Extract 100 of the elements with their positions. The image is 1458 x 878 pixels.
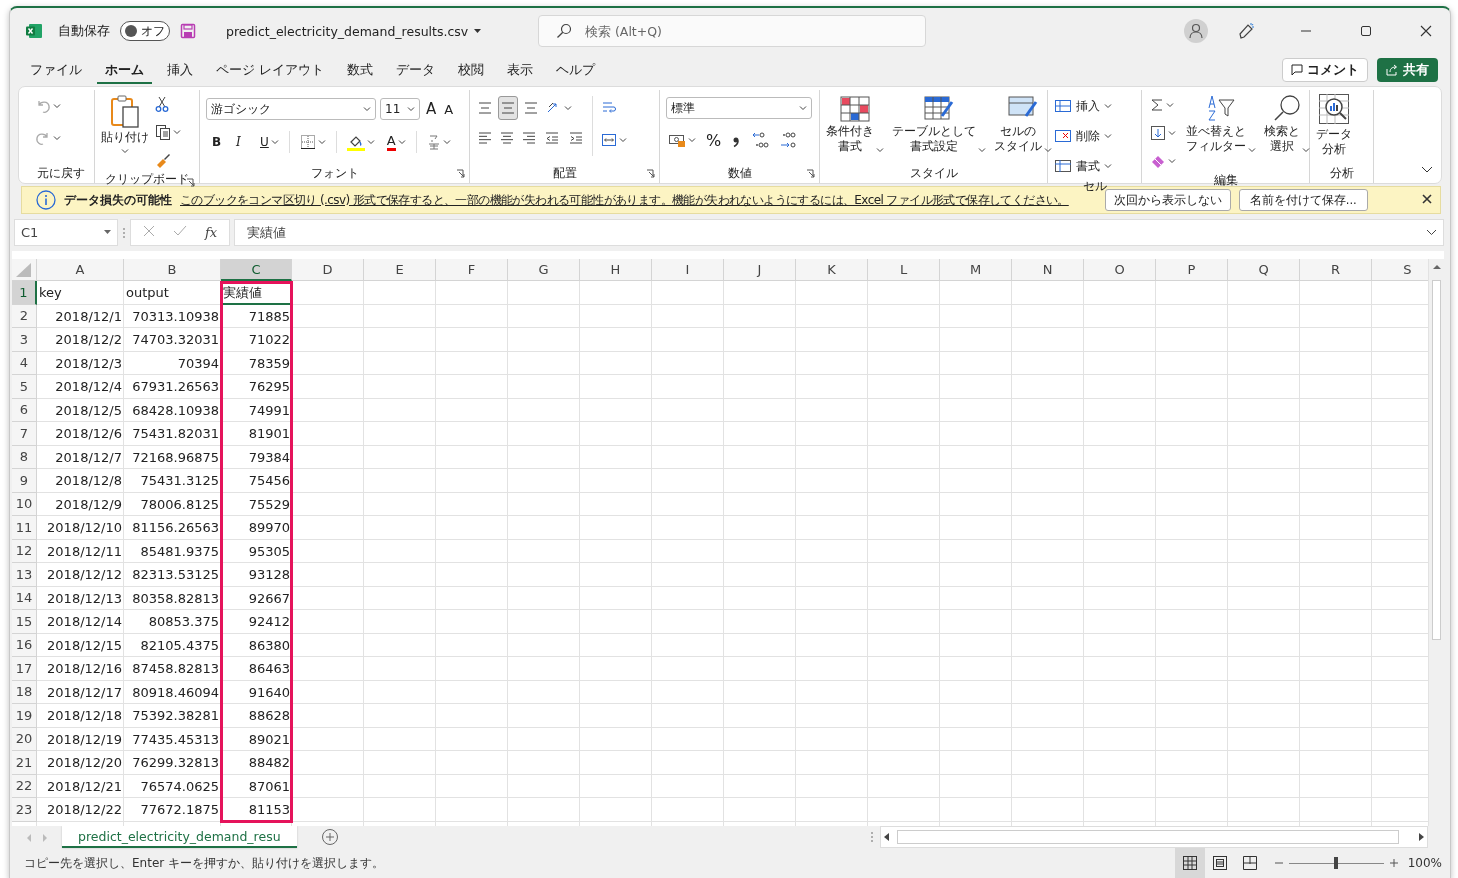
account-avatar[interactable] <box>1184 19 1208 43</box>
shrink-font-button[interactable]: A <box>442 97 456 121</box>
row-header[interactable]: 20 <box>12 727 37 751</box>
caret-icon <box>363 105 371 113</box>
horizontal-scrollbar[interactable] <box>880 826 1428 848</box>
column-header[interactable]: E <box>364 259 436 281</box>
column-header[interactable]: I <box>652 259 724 281</box>
search-icon <box>1273 94 1301 122</box>
delete-button[interactable]: 削除 <box>1054 123 1112 149</box>
column-header[interactable]: H <box>580 259 652 281</box>
row-header[interactable]: 22 <box>12 774 37 798</box>
underline-button[interactable]: U <box>258 130 281 154</box>
file-name-button[interactable]: predict_electricity_demand_results.csv <box>226 23 482 39</box>
insert-cells-icon <box>1054 98 1072 114</box>
percent-button[interactable]: % <box>704 128 724 152</box>
ribbon-tab[interactable]: 挿入 <box>159 56 201 84</box>
font-name-dropdown[interactable]: 游ゴシック <box>206 98 376 120</box>
sheet-tab[interactable]: predict_electricity_demand_resu <box>62 826 297 848</box>
ribbon-tab[interactable]: ホーム <box>97 56 152 84</box>
format-as-table-button[interactable]: テーブルとして 書式設定 <box>892 96 986 154</box>
sort-filter-button[interactable]: 並べ替えと フィルター <box>1186 90 1256 154</box>
italic-button[interactable]: I <box>234 130 250 154</box>
column-header[interactable]: P <box>1156 259 1228 281</box>
number-format-dropdown[interactable]: 標準 <box>666 97 812 119</box>
column-header[interactable]: L <box>868 259 940 281</box>
row-header[interactable]: 13 <box>12 563 37 587</box>
share-button[interactable]: 共有 <box>1377 58 1438 82</box>
column-header[interactable]: Q <box>1228 259 1300 281</box>
row-header[interactable]: 18 <box>12 680 37 704</box>
row-header[interactable]: 6 <box>12 398 37 422</box>
row-header[interactable]: 16 <box>12 633 37 657</box>
zoom-in-button[interactable] <box>1389 856 1398 870</box>
row-header[interactable]: 12 <box>12 539 37 563</box>
insert-function-button[interactable]: fx <box>205 225 218 240</box>
find-select-button[interactable]: 検索と 選択 <box>1264 90 1310 154</box>
table-cell-text: 2018/12/7 <box>54 448 123 467</box>
ribbon-tab[interactable]: ヘルプ <box>548 56 604 84</box>
autosave-toggle[interactable]: オフ <box>120 21 170 41</box>
wrap-text-icon <box>601 100 617 116</box>
ribbon-tab[interactable]: 校閲 <box>450 56 493 84</box>
row-header[interactable]: 17 <box>12 657 37 681</box>
column-header[interactable]: C <box>221 259 292 281</box>
save-as-button[interactable]: 名前を付けて保存... <box>1238 189 1368 211</box>
column-header[interactable]: N <box>1012 259 1084 281</box>
formula-field[interactable]: 実績値 <box>234 219 1444 246</box>
ribbon-tab[interactable]: 表示 <box>499 56 542 84</box>
name-box[interactable]: C1 <box>14 219 118 246</box>
view-button[interactable] <box>1174 848 1205 878</box>
ribbon-tab[interactable]: データ <box>388 56 444 84</box>
grow-font-button[interactable]: A <box>424 97 439 121</box>
row-header[interactable]: 9 <box>12 469 37 493</box>
table-cell-text: 87061 <box>247 777 291 796</box>
row-header[interactable]: 8 <box>12 445 37 469</box>
ribbon-tab[interactable]: ページ レイアウト <box>208 56 333 84</box>
table-cell-text: 78359 <box>247 354 291 373</box>
data-analysis-button[interactable]: データ 分析 <box>1316 93 1352 157</box>
column-header[interactable]: O <box>1084 259 1156 281</box>
column-header[interactable]: D <box>292 259 364 281</box>
comment-button[interactable]: コメント <box>1282 58 1368 82</box>
column-header[interactable]: K <box>796 259 868 281</box>
column-header[interactable]: S <box>1372 259 1428 281</box>
column-header[interactable]: A <box>37 259 124 281</box>
conditional-format-button[interactable]: 条件付き 書式 <box>826 96 884 154</box>
insert-button[interactable]: 挿入 <box>1054 93 1112 119</box>
caret-icon <box>442 138 451 146</box>
zoom-slider[interactable] <box>1334 856 1339 869</box>
row-header[interactable]: 5 <box>12 375 37 399</box>
column-header[interactable]: B <box>124 259 221 281</box>
column-header[interactable]: J <box>724 259 796 281</box>
search-field[interactable]: 検索 (Alt+Q) <box>538 15 926 47</box>
row-header[interactable]: 4 <box>12 351 37 375</box>
warning-link[interactable]: このブックをコンマ区切り (.csv) 形式で保存すると、一部の機能が失われる可能性があります。機能が失われないようにするには、Excel ファイル形式で保存してください。 <box>180 191 1069 209</box>
cell-styles-button[interactable]: セルの スタイル <box>994 96 1052 154</box>
paste-button[interactable]: 貼り付け <box>101 90 149 155</box>
dismiss-button[interactable]: 次回から表示しない <box>1104 189 1231 211</box>
row-header[interactable]: 19 <box>12 704 37 728</box>
ribbon-tab[interactable]: 数式 <box>339 56 382 84</box>
ribbon-tab[interactable]: ファイル <box>22 56 90 84</box>
add-sheet-button[interactable] <box>320 826 339 848</box>
bold-button[interactable]: B <box>210 130 226 154</box>
column-header[interactable]: G <box>508 259 580 281</box>
row-header[interactable]: 1 <box>12 281 37 305</box>
row-header[interactable]: 11 <box>12 516 37 540</box>
zoom-level[interactable]: 100% <box>1407 856 1442 870</box>
vertical-scrollbar[interactable] <box>1428 259 1444 826</box>
column-header[interactable]: R <box>1300 259 1372 281</box>
row-header[interactable]: 15 <box>12 610 37 634</box>
font-color-button[interactable]: A <box>384 130 408 154</box>
font-size-dropdown[interactable]: 11 <box>380 98 420 120</box>
row-header[interactable]: 3 <box>12 328 37 352</box>
column-header[interactable]: M <box>940 259 1012 281</box>
row-header[interactable]: 23 <box>12 798 37 822</box>
align-middle-button[interactable] <box>498 96 518 120</box>
row-header[interactable]: 2 <box>12 304 37 328</box>
row-header[interactable]: 7 <box>12 422 37 446</box>
row-header[interactable]: 10 <box>12 492 37 516</box>
row-header[interactable]: 21 <box>12 751 37 775</box>
row-header[interactable]: 14 <box>12 586 37 610</box>
column-header[interactable]: F <box>436 259 508 281</box>
format-button[interactable]: 書式 <box>1054 153 1112 179</box>
